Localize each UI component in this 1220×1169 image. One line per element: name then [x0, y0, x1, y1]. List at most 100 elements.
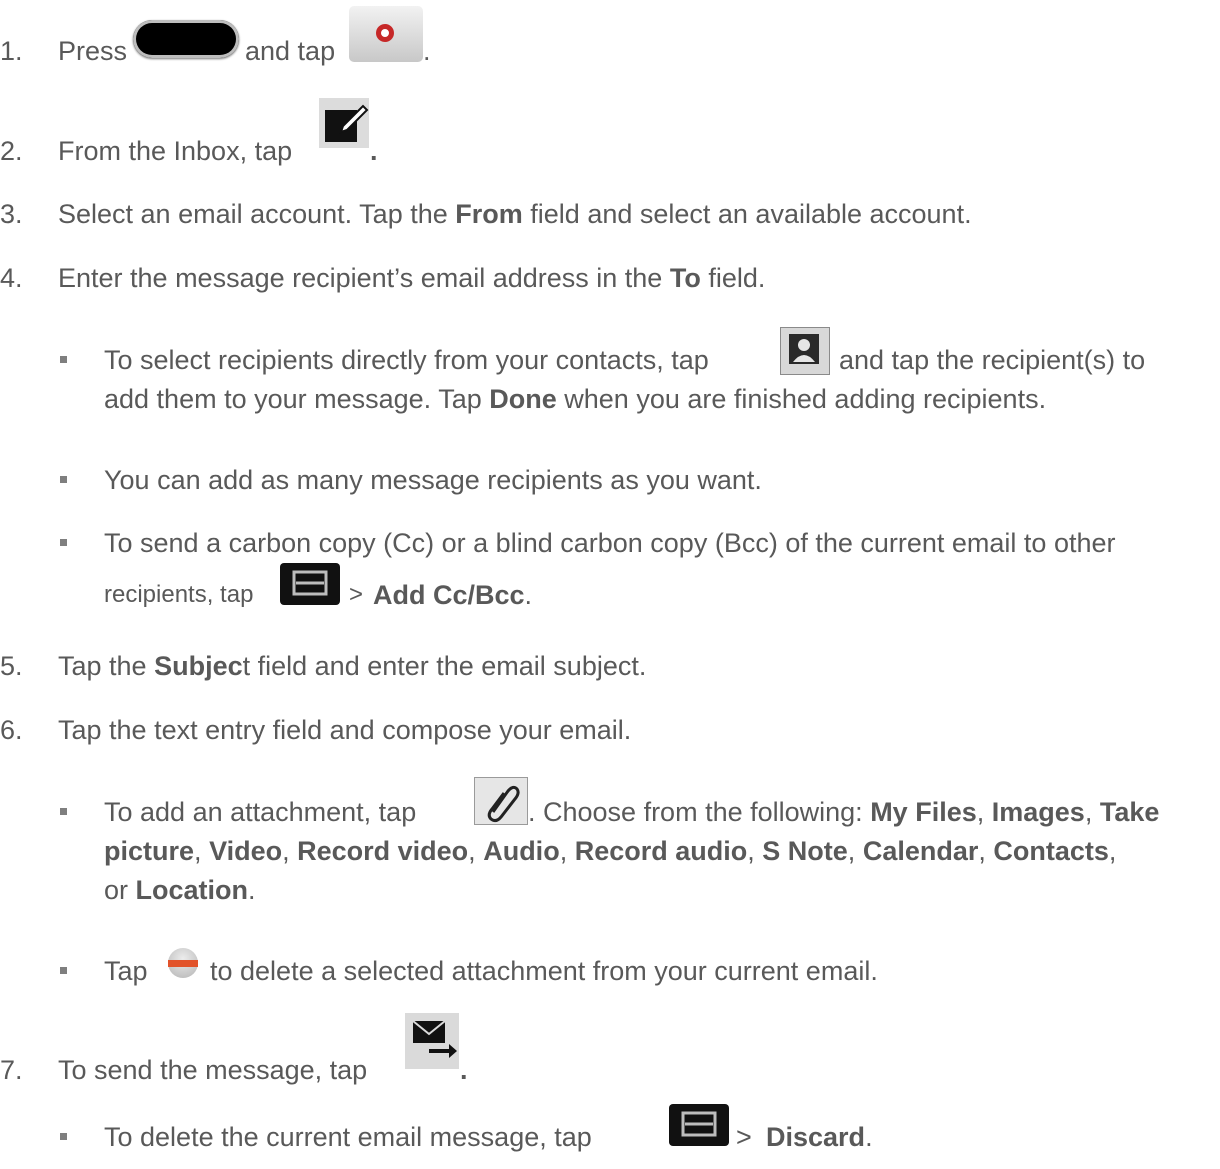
video-label: Video [209, 836, 283, 866]
from-field-label: From [455, 199, 523, 229]
step-text: t field and enter the email subject. [242, 651, 647, 681]
bullet-marker [60, 1133, 67, 1140]
comma: , [468, 836, 476, 866]
step-text: Enter the message recipient’s email addr… [58, 263, 663, 293]
bullet-marker [60, 356, 67, 363]
period: . [248, 875, 256, 905]
step-7: 7. To send the message, tap . [0, 1013, 1220, 1093]
email-app-icon[interactable] [349, 6, 423, 62]
bullet-marker [60, 476, 67, 483]
to-field-label: To [669, 263, 701, 293]
step-text: To send the message, tap [58, 1055, 368, 1085]
location-label: Location [135, 875, 249, 905]
images-label: Images [991, 797, 1085, 827]
comma: , [976, 797, 985, 827]
compose-icon[interactable] [319, 98, 369, 148]
separator: > [736, 1122, 752, 1152]
step-5: 5. Tap the Subject field and enter the e… [0, 649, 1220, 689]
record-audio-label: Record audio [574, 836, 748, 866]
send-email-icon[interactable] [405, 1013, 459, 1069]
paperclip-icon[interactable] [474, 777, 528, 825]
step-text: field and select an available account. [530, 199, 972, 229]
bullet-cc-bcc: To send a carbon copy (Cc) or a blind ca… [0, 526, 1220, 616]
separator: > [349, 581, 364, 608]
step-number: 1. [0, 36, 23, 66]
step-text: . [423, 36, 431, 66]
send-email-icon-glyph [412, 1020, 457, 1058]
menu-key-icon[interactable] [280, 563, 340, 605]
subject-field-label: Subjec [154, 651, 243, 681]
step-text: Select an email account. Tap the [58, 199, 448, 229]
step-text: From the Inbox, tap [58, 136, 293, 166]
calendar-label: Calendar [862, 836, 979, 866]
comma: , [282, 836, 290, 866]
comma: , [559, 836, 568, 866]
step-1: 1. Press and tap . [0, 6, 1220, 74]
bullet-text: . [865, 1122, 873, 1152]
bullet-marker [60, 967, 67, 974]
bullet-text: . Choose from the following: [528, 797, 863, 827]
bullet-attachment: To add an attachment, tap . Choose from … [0, 777, 1220, 915]
bullet-text: . [524, 580, 533, 610]
take-picture-label: picture [104, 836, 195, 866]
step-3: 3. Select an email account. Tap the From… [0, 197, 1220, 237]
home-key-icon[interactable] [133, 20, 239, 58]
record-video-label: Record video [297, 836, 469, 866]
bullet-text: To send a carbon copy (Cc) or a blind ca… [104, 528, 1116, 558]
step-number: 7. [0, 1055, 23, 1085]
contacts-icon[interactable] [780, 327, 830, 375]
bullet-contacts: To select recipients directly from your … [0, 327, 1220, 433]
bullet-text: or [104, 875, 129, 905]
step-number: 6. [0, 715, 23, 745]
bullet-text: Tap [104, 956, 148, 986]
bullet-text: and tap the recipient(s) to [839, 345, 1146, 375]
bullet-text: To add an attachment, tap [104, 797, 417, 827]
step-2: 2. From the Inbox, tap . [0, 98, 1220, 174]
bullet-text: recipients, tap [104, 581, 254, 608]
bullet-many-recipients: You can add as many message recipients a… [0, 463, 1220, 503]
contacts-icon-glyph [789, 334, 819, 364]
take-picture-label: Take [1099, 797, 1160, 827]
step-text: field. [708, 263, 766, 293]
step-text: . [370, 136, 378, 166]
remove-attachment-icon[interactable] [168, 948, 198, 978]
add-cc-bcc-label: Add Cc/Bcc [373, 580, 525, 610]
step-text: Tap the [58, 651, 147, 681]
step-text: Press [58, 36, 128, 66]
bullet-text: You can add as many message recipients a… [104, 465, 762, 495]
bullet-text: to delete a selected attachment from you… [210, 956, 878, 986]
discard-label: Discard [766, 1122, 866, 1152]
contacts-label: Contacts [993, 836, 1109, 866]
menu-key-icon[interactable] [669, 1104, 729, 1146]
bullet-text: To select recipients directly from your … [104, 345, 709, 375]
bullet-delete-attachment: Tap to delete a selected attachment from… [0, 948, 1220, 994]
step-number: 4. [0, 263, 23, 293]
paperclip-icon-glyph [487, 785, 520, 823]
step-4: 4. Enter the message recipient’s email a… [0, 261, 1220, 301]
done-label: Done [489, 384, 557, 414]
step-text: Tap the text entry field and compose you… [58, 715, 632, 745]
menu-key-icon-glyph [681, 1111, 717, 1137]
comma: , [847, 836, 856, 866]
comma: , [1108, 836, 1117, 866]
step-number: 3. [0, 199, 23, 229]
bullet-discard: To delete the current email message, tap… [0, 1104, 1220, 1160]
compose-icon-glyph [325, 104, 369, 142]
s-note-label: S Note [762, 836, 848, 866]
step-number: 5. [0, 651, 23, 681]
bullet-marker [60, 539, 67, 546]
step-text: and tap [245, 36, 336, 66]
step-text: . [460, 1055, 468, 1085]
comma: , [194, 836, 202, 866]
audio-label: Audio [483, 836, 560, 866]
menu-key-icon-glyph [292, 570, 328, 596]
bullet-text: when you are finished adding recipients. [564, 384, 1047, 414]
bullet-text: add them to your message. Tap [104, 384, 482, 414]
step-number: 2. [0, 136, 23, 166]
step-6: 6. Tap the text entry field and compose … [0, 713, 1220, 753]
comma: , [978, 836, 986, 866]
comma: , [1084, 797, 1093, 827]
bullet-marker [60, 808, 67, 815]
bullet-text: To delete the current email message, tap [104, 1122, 592, 1152]
comma: , [747, 836, 755, 866]
